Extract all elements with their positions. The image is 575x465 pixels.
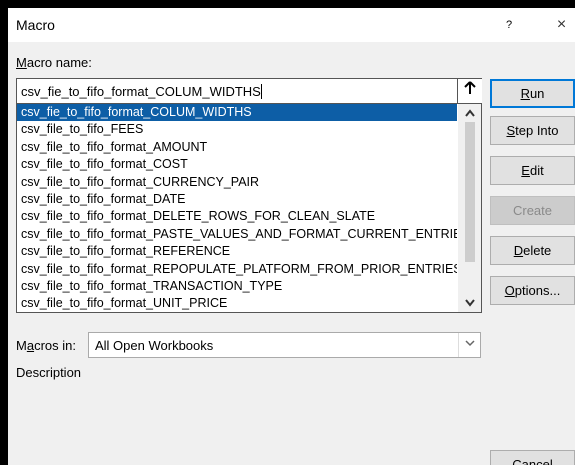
macro-list-item[interactable]: csv_file_to_fifo_format_REFERENCE bbox=[17, 243, 457, 260]
scroll-up-icon[interactable] bbox=[458, 104, 481, 122]
macro-dialog: Macro ? × Macro name: csv_fie_to_fifo_fo… bbox=[8, 8, 575, 465]
macros-in-label: Macros in: bbox=[16, 338, 76, 353]
macros-in-pre: M bbox=[16, 338, 27, 353]
title-bar: Macro ? × bbox=[8, 8, 575, 42]
delete-label: elete bbox=[523, 243, 552, 258]
macro-name-label-rest: acro name: bbox=[26, 55, 92, 70]
macro-name-label: Macro name: bbox=[16, 55, 92, 70]
macros-in-post: cros in: bbox=[34, 338, 76, 353]
macro-list-item[interactable]: csv_file_to_fifo_format_DELETE_ROWS_FOR_… bbox=[17, 208, 457, 225]
run-button[interactable]: Run bbox=[490, 79, 575, 108]
options-label: ptions... bbox=[514, 283, 561, 298]
macro-list-item[interactable]: csv_file_to_fifo_FEES bbox=[17, 121, 457, 138]
delete-button[interactable]: Delete bbox=[490, 236, 575, 265]
macros-in-accel: a bbox=[26, 338, 35, 353]
help-button[interactable]: ? bbox=[496, 11, 522, 39]
macro-list-item[interactable]: csv_fie_to_fifo_format_COLUM_WIDTHS bbox=[17, 104, 457, 121]
text-caret bbox=[260, 84, 262, 99]
macro-name-value: csv_fie_to_fifo_format_COLUM_WIDTHS bbox=[21, 84, 261, 99]
macro-list-item[interactable]: csv_file_to_fifo_format_AMOUNT bbox=[17, 139, 457, 156]
description-area bbox=[16, 393, 482, 465]
dialog-title: Macro bbox=[16, 17, 55, 33]
chevron-down-icon[interactable] bbox=[458, 333, 480, 357]
options-button[interactable]: Options... bbox=[490, 276, 575, 305]
create-button[interactable]: Create bbox=[490, 196, 575, 225]
macro-list-item[interactable]: csv_file_to_fifo_format_TRANSACTION_TYPE bbox=[17, 278, 457, 295]
macro-list-item[interactable]: csv_file_to_fifo_format_COST bbox=[17, 156, 457, 173]
edit-accel: E bbox=[521, 163, 530, 178]
create-label: Create bbox=[512, 203, 553, 218]
macro-list-item[interactable]: csv_file_to_fifo_format_PASTE_VALUES_AND… bbox=[17, 226, 457, 243]
step-into-button[interactable]: Step Into bbox=[490, 116, 575, 145]
description-label: Description bbox=[16, 365, 82, 380]
macro-list-item[interactable]: csv_file_to_fifo_format_DATE bbox=[17, 191, 457, 208]
edit-button[interactable]: Edit bbox=[490, 156, 575, 185]
macro-name-input[interactable]: csv_fie_to_fifo_format_COLUM_WIDTHS bbox=[16, 78, 482, 104]
list-scrollbar[interactable] bbox=[458, 104, 481, 312]
macro-list-item[interactable]: csv_file_to_fifo_format_CURRENCY_PAIR bbox=[17, 174, 457, 191]
scroll-down-icon[interactable] bbox=[458, 294, 481, 312]
macro-list-item[interactable]: csv_file_to_fifo_format_REPOPULATE_PLATF… bbox=[17, 261, 457, 278]
step-into-label: tep Into bbox=[515, 123, 559, 138]
macros-in-value: All Open Workbooks bbox=[95, 338, 214, 353]
macro-list-item[interactable]: csv_file_to_fifo_format_UNIT_PRICE bbox=[17, 295, 457, 312]
step-into-accel: S bbox=[506, 123, 516, 138]
arrow-up-icon[interactable] bbox=[457, 79, 482, 103]
scrollbar-thumb[interactable] bbox=[465, 122, 475, 262]
macro-list[interactable]: csv_fie_to_fifo_format_COLUM_WIDTHS csv_f… bbox=[16, 104, 482, 313]
edit-label: dit bbox=[529, 163, 544, 178]
delete-accel: D bbox=[513, 243, 524, 258]
cancel-label: Cancel bbox=[512, 457, 553, 465]
macro-name-accel: M bbox=[16, 55, 27, 70]
macro-name-value-wrap: csv_fie_to_fifo_format_COLUM_WIDTHS bbox=[21, 84, 262, 99]
macros-in-select[interactable]: All Open Workbooks bbox=[88, 332, 481, 358]
options-accel: O bbox=[504, 283, 515, 298]
run-accel: R bbox=[520, 86, 530, 101]
cancel-button[interactable]: Cancel bbox=[490, 450, 575, 465]
close-icon[interactable]: × bbox=[548, 11, 575, 39]
run-label: un bbox=[529, 86, 545, 101]
